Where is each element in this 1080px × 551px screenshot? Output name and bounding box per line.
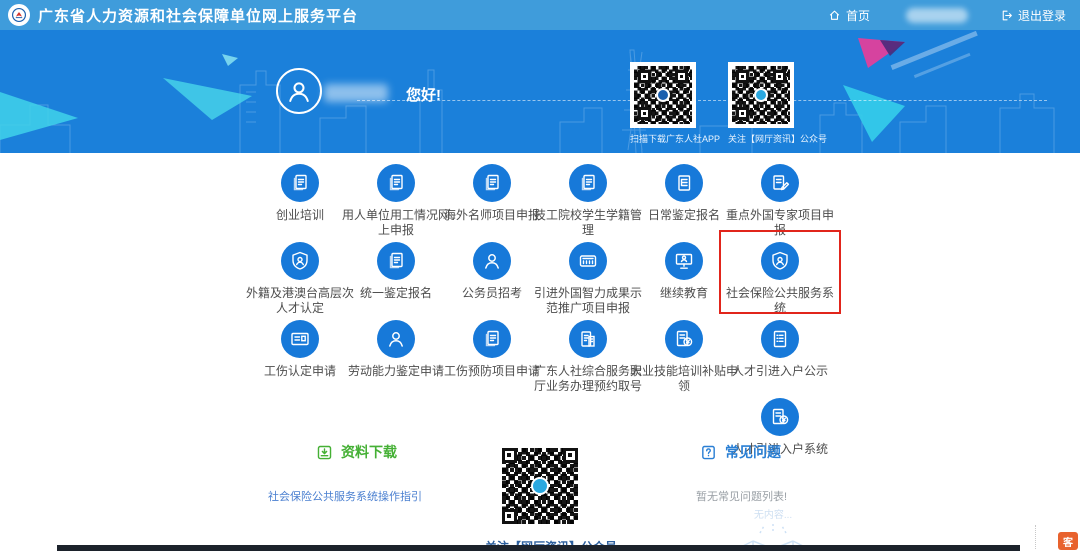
service-item-7[interactable]: 外籍及港澳台高层次人才认定 <box>252 238 348 316</box>
service-item-9[interactable]: 公务员招考 <box>444 238 540 316</box>
service-item-3[interactable]: 海外名师项目申报 <box>444 160 540 238</box>
form-icon <box>665 164 703 202</box>
document-icon <box>377 164 415 202</box>
wechat-qr-caption: 关注【网厅资讯】公众号 <box>728 132 794 145</box>
document-icon <box>473 164 511 202</box>
site-title: 广东省人力资源和社会保障单位网上服务平台 <box>38 5 358 26</box>
user-icon <box>377 320 415 358</box>
nav-home-label: 首页 <box>846 7 870 24</box>
download-icon <box>316 444 333 461</box>
service-item-13[interactable]: 工伤认定申请 <box>252 316 348 394</box>
service-item-label: 社会保险公共服务系统 <box>723 286 837 316</box>
nav-home[interactable]: 首页 <box>828 7 870 24</box>
card-icon <box>569 242 607 280</box>
list-doc-icon <box>761 320 799 358</box>
greeting-text: 您好! <box>406 84 441 105</box>
ticket-icon <box>569 320 607 358</box>
service-item-18[interactable]: 人才引进入户公示 <box>732 316 828 394</box>
avatar <box>276 68 322 114</box>
faq-section: 常见问题 暂无常见问题列表! 无内容... <box>688 442 858 551</box>
services-grid: 创业培训用人单位用工情况网上申报海外名师项目申报技工院校学生学籍管理日常鉴定报名… <box>252 160 828 465</box>
nav-logout[interactable]: 退出登录 <box>1000 7 1066 24</box>
service-item-11[interactable]: 继续教育 <box>636 238 732 316</box>
service-item-label: 重点外国专家项目申报 <box>723 208 837 238</box>
document-icon <box>281 164 319 202</box>
question-icon <box>700 444 717 461</box>
decorative-triangles <box>0 30 1080 153</box>
wechat-qr-code: 关注【网厅资讯】公众号 <box>728 62 794 145</box>
service-item-label: 人才引进入户公示 <box>723 364 837 379</box>
service-item-17[interactable]: 职业技能培训补贴申领 <box>636 316 732 394</box>
document-icon <box>377 242 415 280</box>
document-edit-icon <box>761 164 799 202</box>
money-doc-icon <box>665 320 703 358</box>
user-icon <box>473 242 511 280</box>
welcome-banner: 您好! 扫描下载广东人社APP 关注【网厅资讯】公众号 <box>0 30 1080 153</box>
id-card-icon <box>281 320 319 358</box>
logout-icon <box>1000 9 1013 22</box>
service-item-4[interactable]: 技工院校学生学籍管理 <box>540 160 636 238</box>
download-link-social-insurance-guide[interactable]: 社会保险公共服务系统操作指引 <box>268 488 458 504</box>
floating-widget-button[interactable]: 客 <box>1058 532 1078 550</box>
service-item-8[interactable]: 统一鉴定报名 <box>348 238 444 316</box>
faq-title: 常见问题 <box>725 442 781 462</box>
money-doc-icon <box>761 398 799 436</box>
downloads-section: 资料下载 社会保险公共服务系统操作指引 <box>268 442 458 504</box>
shield-user-icon <box>761 242 799 280</box>
presentation-icon <box>665 242 703 280</box>
faq-empty-text: 暂无常见问题列表! <box>688 488 858 504</box>
shield-user-icon <box>281 242 319 280</box>
footer-bar <box>57 545 1020 551</box>
app-qr-caption: 扫描下载广东人社APP <box>630 132 696 145</box>
wechat-follow-section: 关注【网厅资讯】公众号 <box>485 444 595 551</box>
document-icon <box>569 164 607 202</box>
page: 广东省人力资源和社会保障单位网上服务平台 首页 退出登录 <box>0 0 1080 551</box>
app-qr-code: 扫描下载广东人社APP <box>630 62 696 145</box>
service-item-14[interactable]: 劳动能力鉴定申请 <box>348 316 444 394</box>
user-name-blurred <box>324 84 388 102</box>
dashed-divider <box>357 100 1047 101</box>
username-blurred <box>906 8 968 23</box>
service-item-10[interactable]: 引进外国智力成果示范推广项目申报 <box>540 238 636 316</box>
service-item-12[interactable]: 社会保险公共服务系统 <box>732 238 828 316</box>
service-item-16[interactable]: 广东人社综合服务大厅业务办理预约取号 <box>540 316 636 394</box>
site-emblem-icon <box>8 4 30 26</box>
widget-dotted-line <box>1035 525 1036 549</box>
service-item-2[interactable]: 用人单位用工情况网上申报 <box>348 160 444 238</box>
header-bar: 广东省人力资源和社会保障单位网上服务平台 首页 退出登录 <box>0 0 1080 30</box>
document-icon <box>473 320 511 358</box>
downloads-title: 资料下载 <box>341 442 397 462</box>
service-item-6[interactable]: 重点外国专家项目申报 <box>732 160 828 238</box>
service-item-1[interactable]: 创业培训 <box>252 160 348 238</box>
service-item-5[interactable]: 日常鉴定报名 <box>636 160 732 238</box>
home-icon <box>828 9 841 22</box>
service-item-15[interactable]: 工伤预防项目申请 <box>444 316 540 394</box>
wechat-follow-qr-code <box>502 448 578 524</box>
nav-logout-label: 退出登录 <box>1018 7 1066 24</box>
faq-empty-hint: 无内容... <box>688 506 858 521</box>
